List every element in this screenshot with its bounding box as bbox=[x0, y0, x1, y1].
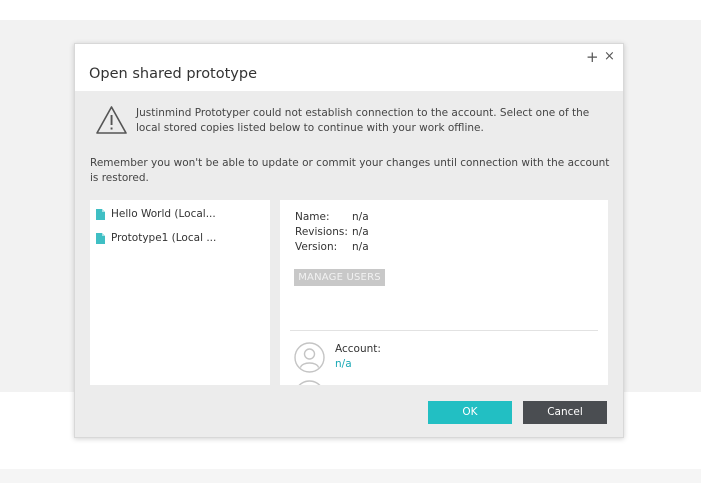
name-label: Name: bbox=[295, 211, 330, 223]
user-avatar-icon bbox=[294, 342, 325, 373]
maximize-icon[interactable]: + bbox=[586, 50, 599, 65]
page-top-background bbox=[0, 0, 701, 20]
manage-users-button[interactable]: MANAGE USERS bbox=[294, 269, 385, 286]
version-row: Version: n/a bbox=[295, 241, 369, 253]
warning-message: Justinmind Prototyper could not establis… bbox=[136, 107, 590, 134]
revisions-value: n/a bbox=[352, 226, 369, 238]
account-label: Account: bbox=[335, 343, 381, 355]
file-icon bbox=[96, 208, 105, 220]
page-bottom-band bbox=[0, 469, 701, 483]
version-value: n/a bbox=[352, 241, 369, 253]
name-row: Name: n/a bbox=[295, 211, 369, 223]
divider bbox=[290, 330, 598, 331]
list-item-label: Hello World (Local... bbox=[111, 208, 216, 220]
local-copies-list: Hello World (Local... Prototype1 (Local … bbox=[90, 200, 270, 385]
revisions-row: Revisions: n/a bbox=[295, 226, 369, 238]
dialog-title: Open shared prototype bbox=[89, 66, 258, 82]
prototype-details-panel: Name: n/a Revisions: n/a Version: n/a MA… bbox=[280, 200, 608, 385]
list-item-label: Prototype1 (Local ... bbox=[111, 232, 217, 244]
file-icon bbox=[96, 232, 105, 244]
close-icon[interactable]: × bbox=[604, 50, 615, 64]
offline-note: Remember you won't be able to update or … bbox=[90, 157, 610, 184]
account-value-link[interactable]: n/a bbox=[335, 358, 352, 370]
list-item[interactable]: Prototype1 (Local ... bbox=[96, 230, 216, 246]
dialog-titlebar: Open shared prototype + × bbox=[75, 44, 623, 91]
second-avatar-icon bbox=[298, 380, 321, 385]
warning-icon bbox=[96, 106, 127, 134]
cancel-button[interactable]: Cancel bbox=[523, 401, 607, 424]
ok-button[interactable]: OK bbox=[428, 401, 512, 424]
version-label: Version: bbox=[295, 241, 338, 253]
name-value: n/a bbox=[352, 211, 369, 223]
list-item[interactable]: Hello World (Local... bbox=[96, 206, 216, 222]
revisions-label: Revisions: bbox=[295, 226, 348, 238]
open-shared-prototype-dialog: Open shared prototype + × Justinmind Pro… bbox=[74, 43, 624, 438]
